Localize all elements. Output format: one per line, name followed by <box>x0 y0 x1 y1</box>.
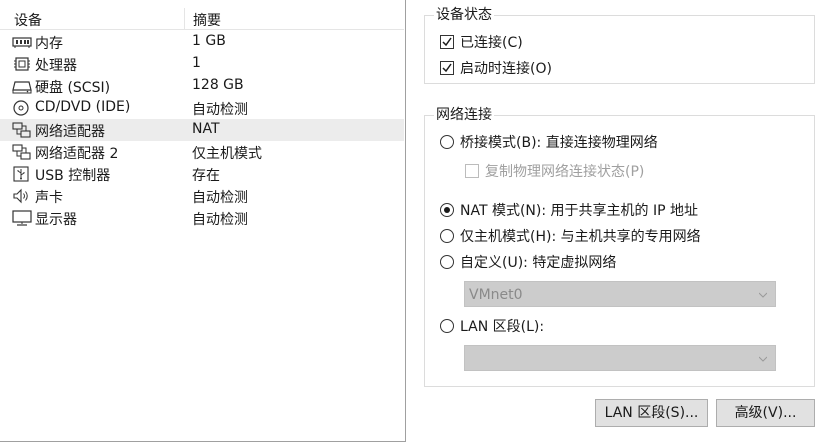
device-row-cd-dvd[interactable]: CD/DVD (IDE) 自动检测 <box>0 97 404 119</box>
device-name: 声卡 <box>35 190 63 206</box>
radio-off-icon <box>440 229 454 243</box>
lan-segment-label: LAN 区段(L): <box>460 319 545 335</box>
network-adapter-icon <box>12 144 32 160</box>
host-only-mode-label: 仅主机模式(H): 与主机共享的专用网络 <box>460 229 701 245</box>
device-name: 处理器 <box>35 58 77 74</box>
column-header-summary[interactable]: 摘要 <box>193 10 221 30</box>
processor-icon <box>12 56 32 72</box>
device-summary: 存在 <box>192 168 220 184</box>
nat-mode-radio[interactable]: NAT 模式(N): 用于共享主机的 IP 地址 <box>440 202 698 220</box>
network-connection-title: 网络连接 <box>434 106 494 124</box>
column-divider[interactable] <box>184 8 185 30</box>
chevron-down-icon <box>759 292 767 298</box>
radio-off-icon <box>440 135 454 149</box>
device-name: 网络适配器 <box>35 124 105 140</box>
connected-label: 已连接(C) <box>460 35 523 51</box>
check-icon <box>440 61 454 75</box>
checkbox-empty-icon <box>465 164 479 178</box>
device-summary: 1 GB <box>192 33 226 49</box>
device-name: 内存 <box>35 36 63 52</box>
device-summary: 仅主机模式 <box>192 146 262 162</box>
column-header-device[interactable]: 设备 <box>14 10 42 30</box>
device-name: 网络适配器 2 <box>35 146 119 162</box>
network-adapter-icon <box>12 122 32 138</box>
device-row-network-adapter[interactable]: 网络适配器 NAT <box>0 119 404 141</box>
custom-network-value: VMnet0 <box>469 287 523 303</box>
custom-network-label: 自定义(U): 特定虚拟网络 <box>460 255 617 271</box>
device-name: 硬盘 (SCSI) <box>35 80 111 96</box>
replicate-state-checkbox[interactable]: 复制物理网络连接状态(P) <box>465 163 644 181</box>
device-list-panel: 设备 摘要 内存 1 GB 处理器 1 硬盘 (SCSI) 128 GB CD/… <box>0 0 406 442</box>
bridged-mode-label: 桥接模式(B): 直接连接物理网络 <box>460 135 658 151</box>
device-summary: 自动检测 <box>192 190 248 206</box>
connect-at-power-on-checkbox[interactable]: 启动时连接(O) <box>440 60 552 78</box>
lan-segment-radio[interactable]: LAN 区段(L): <box>440 318 544 336</box>
radio-selected-icon <box>440 203 454 217</box>
chevron-down-icon <box>759 356 767 362</box>
device-name: USB 控制器 <box>35 168 111 184</box>
lan-segment-select[interactable] <box>464 345 776 371</box>
radio-off-icon <box>440 255 454 269</box>
replicate-state-label: 复制物理网络连接状态(P) <box>485 164 645 180</box>
device-row-display[interactable]: 显示器 自动检测 <box>0 207 404 229</box>
device-summary: NAT <box>192 121 220 137</box>
check-icon <box>440 35 454 49</box>
device-row-memory[interactable]: 内存 1 GB <box>0 31 404 53</box>
device-row-hard-disk[interactable]: 硬盘 (SCSI) 128 GB <box>0 75 404 97</box>
usb-icon <box>12 166 32 182</box>
device-summary: 1 <box>192 55 201 71</box>
bridged-mode-radio[interactable]: 桥接模式(B): 直接连接物理网络 <box>440 134 658 152</box>
device-status-title: 设备状态 <box>434 6 494 24</box>
advanced-button[interactable]: 高级(V)... <box>716 399 815 427</box>
device-row-sound-card[interactable]: 声卡 自动检测 <box>0 185 404 207</box>
network-connection-group: 网络连接 桥接模式(B): 直接连接物理网络 复制物理网络连接状态(P) NAT… <box>424 106 815 387</box>
cd-dvd-icon <box>12 100 32 116</box>
connect-at-power-on-label: 启动时连接(O) <box>460 61 552 77</box>
device-row-processor[interactable]: 处理器 1 <box>0 53 404 75</box>
speaker-icon <box>12 188 32 204</box>
device-name: CD/DVD (IDE) <box>35 99 131 115</box>
monitor-icon <box>12 210 32 226</box>
device-summary: 自动检测 <box>192 212 248 228</box>
nat-mode-label: NAT 模式(N): 用于共享主机的 IP 地址 <box>460 203 698 219</box>
memory-icon <box>12 34 32 50</box>
device-status-group: 设备状态 已连接(C) 启动时连接(O) <box>424 6 815 84</box>
device-row-usb-controller[interactable]: USB 控制器 存在 <box>0 163 404 185</box>
connected-checkbox[interactable]: 已连接(C) <box>440 34 523 52</box>
hard-disk-icon <box>12 78 32 94</box>
radio-off-icon <box>440 319 454 333</box>
custom-network-select[interactable]: VMnet0 <box>464 281 776 307</box>
device-name: 显示器 <box>35 212 77 228</box>
host-only-mode-radio[interactable]: 仅主机模式(H): 与主机共享的专用网络 <box>440 228 701 246</box>
device-row-network-adapter-2[interactable]: 网络适配器 2 仅主机模式 <box>0 141 404 163</box>
device-summary: 自动检测 <box>192 102 248 118</box>
lan-segments-button[interactable]: LAN 区段(S)... <box>595 399 708 427</box>
device-list-header: 设备 摘要 <box>0 8 404 30</box>
device-summary: 128 GB <box>192 77 244 93</box>
custom-network-radio[interactable]: 自定义(U): 特定虚拟网络 <box>440 254 616 272</box>
